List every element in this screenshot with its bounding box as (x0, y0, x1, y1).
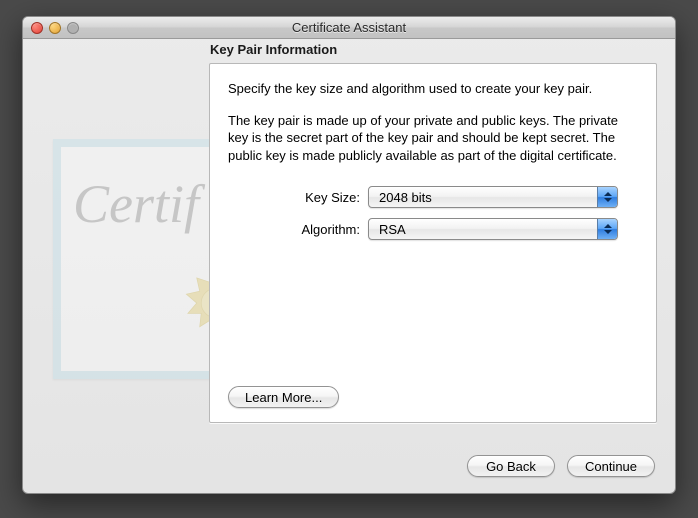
key-size-label: Key Size: (228, 190, 368, 205)
certificate-script-text: Certif (73, 173, 199, 235)
algorithm-select[interactable]: RSA (368, 218, 618, 240)
intro-text: Specify the key size and algorithm used … (228, 80, 638, 98)
panel-heading: Key Pair Information (210, 42, 337, 57)
footer-buttons: Go Back Continue (467, 455, 655, 477)
algorithm-label: Algorithm: (228, 222, 368, 237)
learn-more-button[interactable]: Learn More... (228, 386, 339, 408)
go-back-button[interactable]: Go Back (467, 455, 555, 477)
content-area: Certif Key Pair Information Specify the … (23, 39, 675, 493)
key-size-value: 2048 bits (379, 190, 432, 205)
key-size-row: Key Size: 2048 bits (228, 186, 638, 208)
algorithm-value: RSA (379, 222, 406, 237)
continue-button[interactable]: Continue (567, 455, 655, 477)
close-icon[interactable] (31, 22, 43, 34)
algorithm-row: Algorithm: RSA (228, 218, 638, 240)
chevron-up-down-icon (597, 187, 617, 207)
chevron-up-down-icon (597, 219, 617, 239)
key-size-select[interactable]: 2048 bits (368, 186, 618, 208)
window: Certificate Assistant Certif Key Pair In… (22, 16, 676, 494)
zoom-icon (67, 22, 79, 34)
description-text: The key pair is made up of your private … (228, 112, 638, 165)
titlebar[interactable]: Certificate Assistant (23, 17, 675, 39)
form-area: Key Size: 2048 bits Algorithm: RSA (228, 186, 638, 240)
window-title: Certificate Assistant (23, 20, 675, 35)
minimize-icon[interactable] (49, 22, 61, 34)
main-panel: Key Pair Information Specify the key siz… (209, 63, 657, 423)
traffic-lights (23, 22, 79, 34)
